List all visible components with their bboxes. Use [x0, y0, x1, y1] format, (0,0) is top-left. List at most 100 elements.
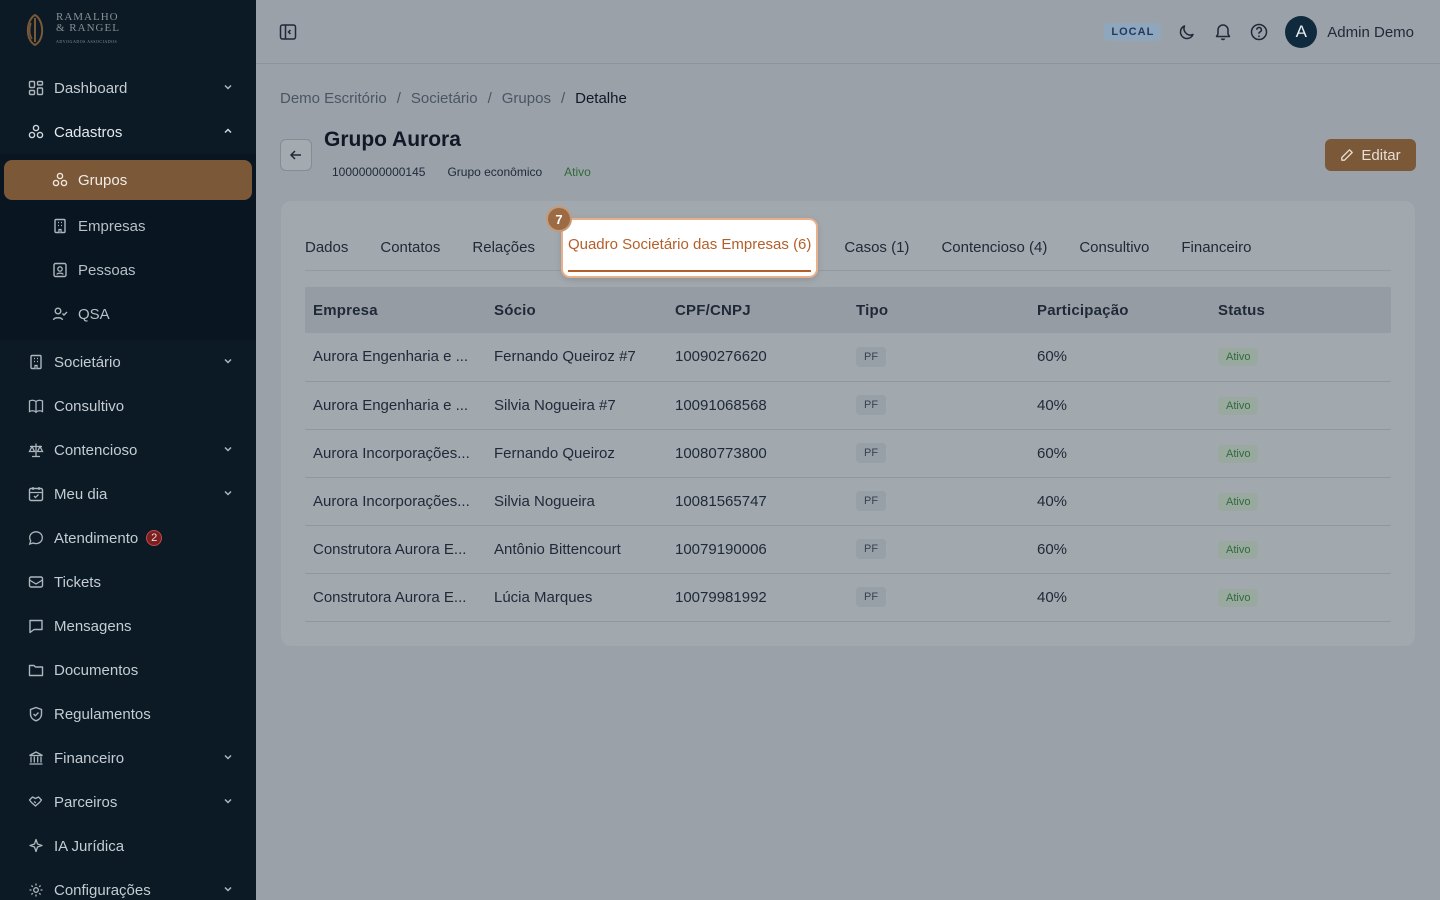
bell-icon[interactable] [1213, 22, 1233, 42]
table-row[interactable]: Aurora Incorporações... Fernando Queiroz… [305, 429, 1391, 478]
sidebar-item-societario[interactable]: Societário [0, 340, 256, 384]
book-icon [28, 398, 44, 414]
cell-empresa: Construtora Aurora E... [305, 573, 486, 622]
building-icon [52, 218, 68, 234]
arrow-left-icon [289, 150, 301, 160]
breadcrumb-item[interactable]: Grupos [502, 90, 551, 107]
sidebar-item-consultivo[interactable]: Consultivo [0, 384, 256, 428]
calendar-icon [28, 486, 44, 502]
cell-tipo: PF [848, 573, 1029, 622]
moon-icon[interactable] [1177, 22, 1197, 42]
user-check-icon [52, 306, 68, 322]
breadcrumb-item[interactable]: Demo Escritório [280, 90, 387, 107]
pencil-icon [1341, 149, 1354, 161]
sidebar-item-mensagens[interactable]: Mensagens [0, 604, 256, 648]
user-name[interactable]: Admin Demo [1327, 24, 1414, 41]
table-row[interactable]: Aurora Engenharia e ... Fernando Queiroz… [305, 333, 1391, 382]
status-badge: Ativo [1218, 444, 1259, 463]
cell-cpf-cnpj: 10091068568 [667, 381, 848, 430]
cell-empresa: Aurora Incorporações... [305, 477, 486, 526]
table-row[interactable]: Construtora Aurora E... Antônio Bittenco… [305, 525, 1391, 574]
cell-tipo: PF [848, 381, 1029, 430]
sidebar-item-atendimento[interactable]: Atendimento 2 [0, 516, 256, 560]
table-header-row: Empresa Sócio CPF/CNPJ Tipo Participação… [305, 287, 1391, 333]
column-header-socio[interactable]: Sócio [486, 287, 667, 333]
type-badge: PF [856, 443, 887, 463]
sidebar-item-label: Contencioso [54, 441, 138, 459]
column-header-participacao[interactable]: Participação [1029, 287, 1210, 333]
top-bar: LOCAL A Admin Demo [256, 0, 1440, 64]
sidebar-item-cadastros[interactable]: Cadastros [0, 110, 256, 154]
back-button[interactable] [280, 139, 312, 171]
cell-tipo: PF [848, 333, 1029, 382]
sidebar-item-meu-dia[interactable]: Meu dia [0, 472, 256, 516]
bank-icon [28, 750, 44, 766]
cell-participacao: 60% [1029, 525, 1210, 574]
sidebar-item-empresas[interactable]: Empresas [0, 204, 256, 248]
sidebar: RAMALHO & RANGEL ADVOGADOS ASSOCIADOS Da… [0, 0, 256, 900]
shield-icon [28, 706, 44, 722]
status-badge: Ativo [564, 165, 591, 179]
sidebar-item-ia-juridica[interactable]: IA Jurídica [0, 824, 256, 868]
tab-bar: Dados Contatos Relações Quadro Societári… [305, 220, 1391, 276]
sidebar-item-contencioso[interactable]: Contencioso [0, 428, 256, 472]
breadcrumb-item[interactable]: Societário [411, 90, 478, 107]
cell-status: Ativo [1210, 525, 1391, 574]
column-header-tipo[interactable]: Tipo [848, 287, 1029, 333]
tab-financeiro[interactable]: Financeiro [1181, 225, 1251, 270]
sidebar-item-label: Pessoas [78, 261, 136, 279]
sidebar-item-qsa[interactable]: QSA [0, 292, 256, 336]
tab-contencioso[interactable]: Contencioso (4) [941, 225, 1047, 270]
help-icon[interactable] [1249, 22, 1269, 42]
cell-cpf-cnpj: 10081565747 [667, 477, 848, 526]
group-meta: 10000000000145 Grupo econômico Ativo [332, 165, 591, 179]
tab-relacoes[interactable]: Relações [472, 225, 535, 270]
table-row[interactable]: Construtora Aurora E... Lúcia Marques 10… [305, 573, 1391, 622]
sidebar-item-tickets[interactable]: Tickets [0, 560, 256, 604]
chevron-down-icon [224, 446, 232, 452]
table-row[interactable]: Aurora Engenharia e ... Silvia Nogueira … [305, 381, 1391, 430]
gear-icon [28, 882, 44, 898]
status-badge: Ativo [1218, 492, 1259, 511]
cell-empresa: Aurora Incorporações... [305, 429, 486, 478]
sidebar-item-configuracoes[interactable]: Configurações [0, 868, 256, 900]
sidebar-item-parceiros[interactable]: Parceiros [0, 780, 256, 824]
tab-dados[interactable]: Dados [305, 225, 348, 270]
cell-status: Ativo [1210, 381, 1391, 430]
sidebar-item-financeiro[interactable]: Financeiro [0, 736, 256, 780]
brand-tagline: ADVOGADOS ASSOCIADOS [56, 39, 118, 44]
cell-socio: Antônio Bittencourt [486, 525, 667, 574]
avatar[interactable]: A [1285, 16, 1318, 48]
column-header-empresa[interactable]: Empresa [305, 287, 486, 333]
sidebar-item-regulamentos[interactable]: Regulamentos [0, 692, 256, 736]
sidebar-item-pessoas[interactable]: Pessoas [0, 248, 256, 292]
tab-quadro-societario[interactable]: Quadro Societário das Empresas (6) [562, 220, 817, 276]
sidebar-toggle-icon[interactable] [278, 22, 298, 42]
tour-step-badge: 7 [546, 206, 572, 232]
brand-logo[interactable]: RAMALHO & RANGEL ADVOGADOS ASSOCIADOS [22, 12, 120, 47]
status-badge: Ativo [1218, 588, 1259, 607]
column-header-status[interactable]: Status [1210, 287, 1391, 333]
sidebar-nav: Dashboard Cadastros Grupos Empresas Pess… [0, 66, 256, 900]
tab-casos[interactable]: Casos (1) [844, 225, 909, 270]
chevron-down-icon [224, 886, 232, 892]
column-header-cpf-cnpj[interactable]: CPF/CNPJ [667, 287, 848, 333]
cell-participacao: 60% [1029, 429, 1210, 478]
group-code: 10000000000145 [332, 165, 426, 179]
sidebar-item-documentos[interactable]: Documentos [0, 648, 256, 692]
chevron-down-icon [224, 754, 232, 760]
notification-badge: 2 [146, 530, 163, 546]
qsa-table: Empresa Sócio CPF/CNPJ Tipo Participação… [305, 287, 1391, 622]
sidebar-item-dashboard[interactable]: Dashboard [0, 66, 256, 110]
logo-icon [26, 13, 44, 46]
tab-contatos[interactable]: Contatos [380, 225, 440, 270]
handshake-icon [28, 794, 44, 810]
cell-cpf-cnpj: 10079981992 [667, 573, 848, 622]
sidebar-item-grupos[interactable]: Grupos [4, 160, 252, 200]
table-row[interactable]: Aurora Incorporações... Silvia Nogueira … [305, 477, 1391, 526]
sidebar-item-label: Societário [54, 353, 121, 371]
tab-consultivo[interactable]: Consultivo [1079, 225, 1149, 270]
sidebar-item-label: Atendimento [54, 529, 139, 547]
edit-button[interactable]: Editar [1325, 139, 1416, 171]
status-badge: Ativo [1218, 540, 1259, 559]
